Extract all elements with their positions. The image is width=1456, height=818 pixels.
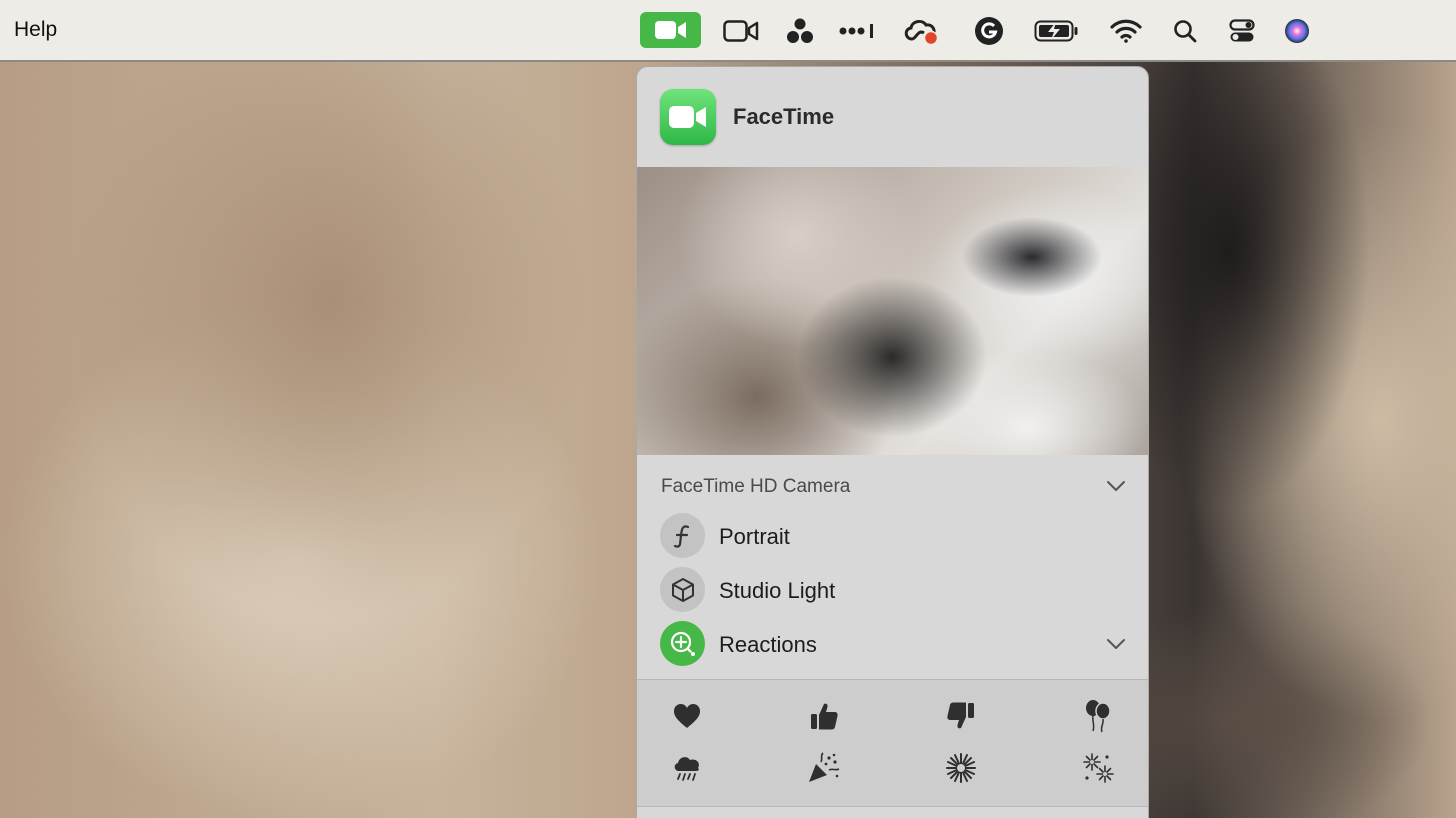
confetti-icon <box>809 752 840 782</box>
balloons-icon <box>1086 700 1111 733</box>
battery-menu-icon[interactable] <box>1033 13 1081 49</box>
reaction-confetti[interactable] <box>804 748 844 788</box>
facetime-icon <box>654 21 686 39</box>
grammarly-icon <box>975 17 1003 45</box>
menu-help[interactable]: Help <box>14 18 57 42</box>
people-icon <box>787 18 813 43</box>
creative-cloud-icon <box>904 19 939 46</box>
reactions-icon <box>670 631 695 656</box>
camera-selector[interactable]: FaceTime HD Camera <box>637 467 1148 505</box>
aperture-icon <box>673 524 689 548</box>
reaction-rain[interactable] <box>667 748 707 788</box>
heart-icon <box>674 704 700 728</box>
search-menu-icon[interactable] <box>1170 13 1200 49</box>
app-header: FaceTime <box>637 67 1148 167</box>
option-studio-light[interactable]: Studio Light <box>637 567 1148 613</box>
reactions-toggle[interactable] <box>660 621 705 666</box>
sparkles-icon <box>1083 753 1114 783</box>
wifi-menu-icon[interactable] <box>1108 13 1144 49</box>
studio-light-toggle[interactable] <box>660 567 705 612</box>
fireworks-icon <box>946 753 976 783</box>
reaction-thumbs-up[interactable] <box>804 696 844 736</box>
signal-menu-icon[interactable] <box>838 13 878 49</box>
reaction-thumbs-down[interactable] <box>941 696 981 736</box>
reaction-sparkles[interactable] <box>1078 748 1118 788</box>
cube-icon <box>671 577 694 602</box>
option-reactions[interactable]: Reactions <box>637 621 1148 667</box>
reaction-balloons[interactable] <box>1078 696 1118 736</box>
portrait-toggle[interactable] <box>660 513 705 558</box>
video-camera-menu-icon[interactable] <box>721 13 761 49</box>
facetime-app-icon[interactable] <box>660 89 716 145</box>
siri-menu-icon[interactable] <box>1282 13 1312 49</box>
battery-charging-icon <box>1034 20 1078 42</box>
thumbs-up-icon <box>811 703 838 730</box>
wifi-icon <box>1110 19 1142 43</box>
facetime-icon <box>669 106 706 128</box>
control-center-menu-icon[interactable] <box>1227 13 1257 49</box>
app-name: FaceTime <box>733 104 835 129</box>
signal-dots-icon <box>839 24 873 38</box>
option-portrait[interactable]: Portrait <box>637 513 1148 559</box>
people-menu-icon[interactable] <box>784 13 816 49</box>
camera-label: FaceTime HD Camera <box>661 476 851 497</box>
reactions-grid <box>637 679 1148 807</box>
option-label: Studio Light <box>719 578 836 603</box>
thumbs-down-icon <box>947 702 974 729</box>
grammarly-menu-icon[interactable] <box>973 13 1005 49</box>
facetime-menu-icon[interactable] <box>640 12 701 48</box>
video-camera-icon <box>723 20 759 42</box>
reaction-fireworks[interactable] <box>941 748 981 788</box>
chevron-down-icon[interactable] <box>1106 638 1126 650</box>
siri-icon <box>1285 19 1309 43</box>
rain-icon <box>674 757 699 781</box>
facetime-video-panel: FaceTime FaceTime HD Camera Portrait Stu… <box>636 66 1149 818</box>
option-label: Portrait <box>719 524 790 549</box>
option-label: Reactions <box>719 632 817 657</box>
creative-cloud-menu-icon[interactable] <box>901 13 941 49</box>
control-center-icon <box>1229 19 1255 42</box>
reaction-heart[interactable] <box>667 696 707 736</box>
chevron-down-icon[interactable] <box>1106 480 1126 492</box>
camera-preview <box>637 167 1148 455</box>
menu-bar: Help <box>0 0 1456 62</box>
search-icon <box>1174 20 1197 43</box>
